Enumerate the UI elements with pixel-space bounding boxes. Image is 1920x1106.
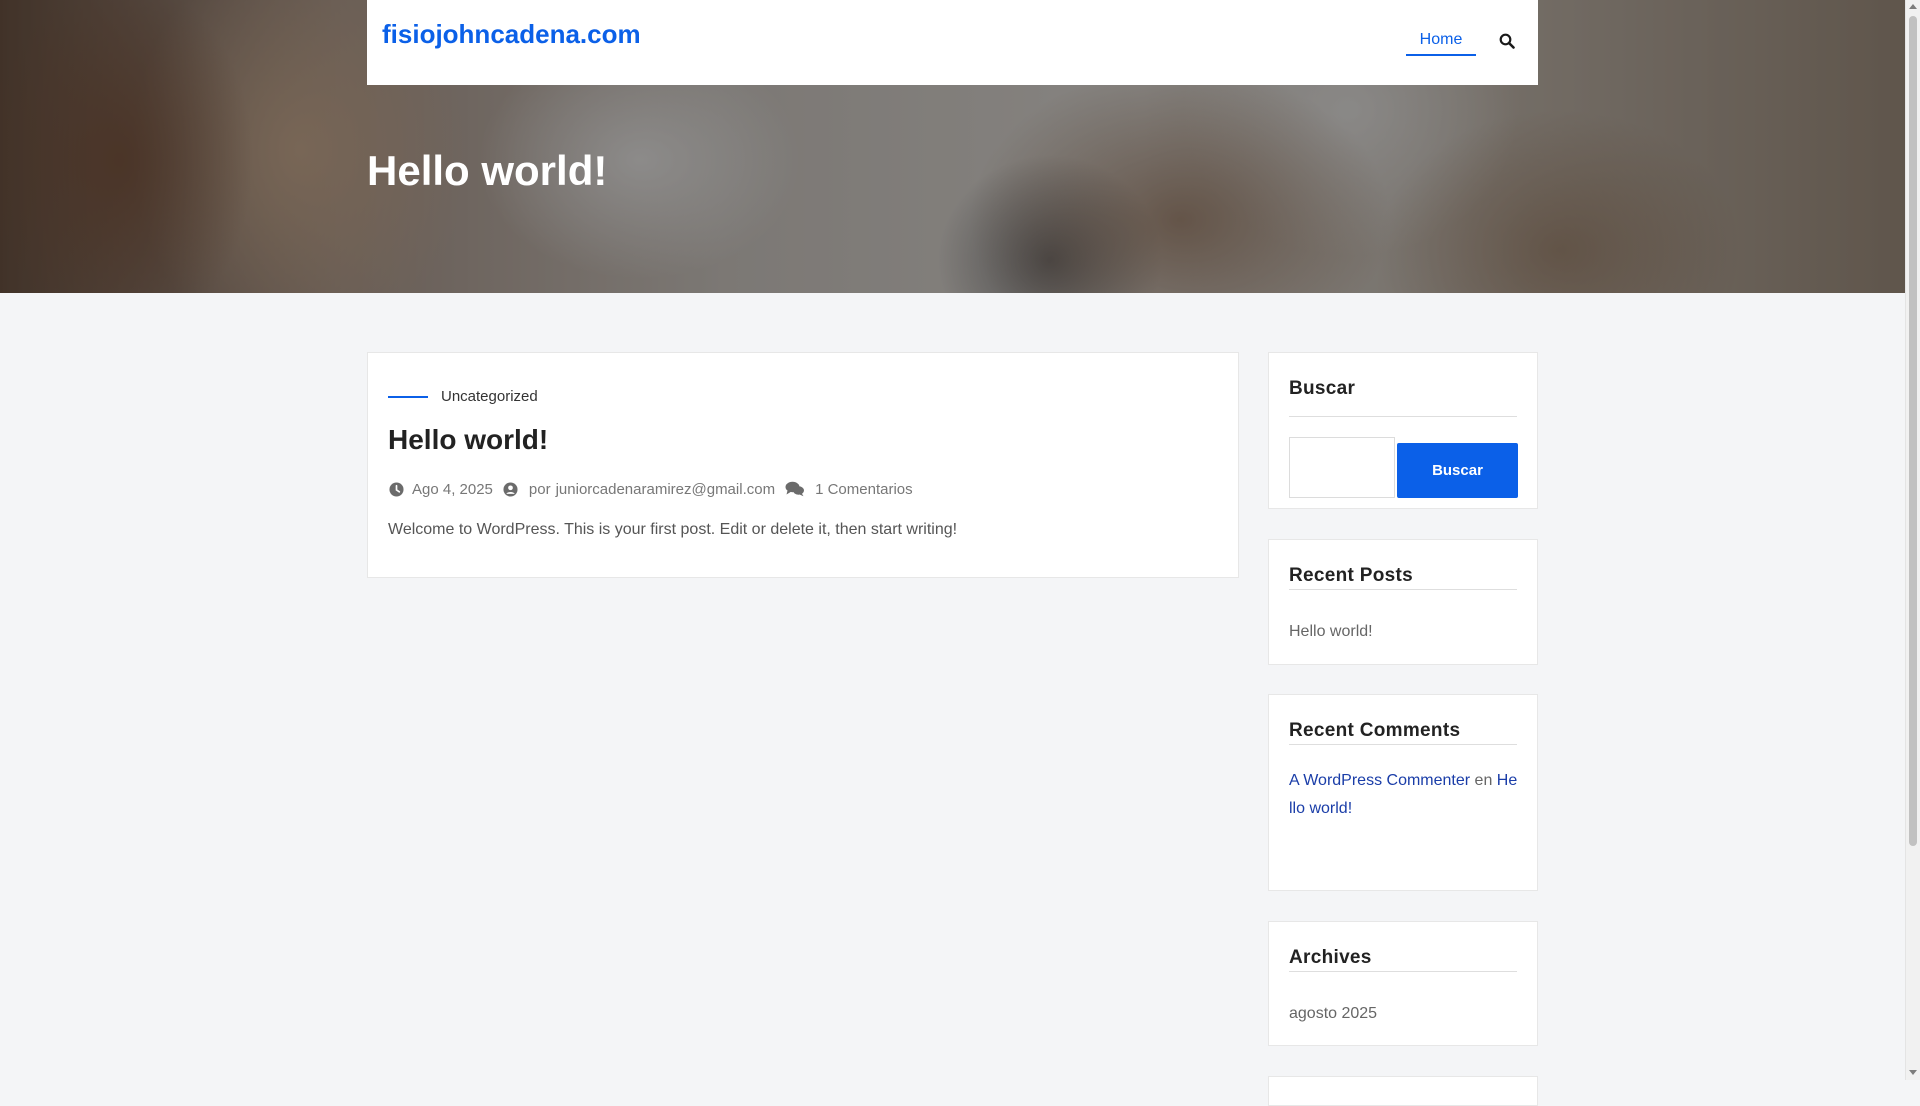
comments-icon <box>785 481 805 497</box>
widget-title-recent-posts: Recent Posts <box>1289 565 1413 586</box>
post-title[interactable]: Hello world! <box>388 421 548 459</box>
widget-divider <box>1289 589 1517 590</box>
hero-title: Hello world! <box>367 147 608 194</box>
widget-recent-comments: Recent Comments A WordPress Commenter en… <box>1268 694 1538 891</box>
clock-icon <box>388 481 404 497</box>
nav-item-home[interactable]: Home <box>1406 28 1476 56</box>
widget-next-partial <box>1268 1076 1538 1106</box>
post-excerpt: Welcome to WordPress. This is your first… <box>388 521 958 538</box>
page-scrollbar[interactable] <box>1905 0 1920 1080</box>
widget-title-archives: Archives <box>1289 947 1372 968</box>
site-title-link[interactable]: fisiojohncadena.com <box>382 15 641 53</box>
site-header: fisiojohncadena.com Home <box>367 0 1538 85</box>
scroll-up-arrow-icon[interactable] <box>1909 4 1917 9</box>
post-by-label: por <box>528 480 551 498</box>
post-category-link[interactable]: Uncategorized <box>441 387 538 407</box>
search-button[interactable]: Buscar <box>1397 443 1518 498</box>
widget-search: Buscar Buscar <box>1268 352 1538 509</box>
search-icon[interactable] <box>1496 30 1518 52</box>
recent-comment-item: A WordPress Commenter en Hello world! <box>1289 767 1519 823</box>
category-accent-line <box>388 396 428 398</box>
post-meta: Ago 4, 2025 por juniorcadenaramirez@gmai… <box>388 479 913 499</box>
comment-author-link[interactable]: A WordPress Commenter <box>1289 772 1470 789</box>
scroll-down-arrow-icon[interactable] <box>1909 1070 1917 1075</box>
post-card: Uncategorized Hello world! Ago 4, 2025 p… <box>367 352 1239 578</box>
widget-divider <box>1289 744 1517 745</box>
search-input[interactable] <box>1289 437 1395 498</box>
scrollbar-thumb[interactable] <box>1909 16 1917 846</box>
widget-title-recent-comments: Recent Comments <box>1289 720 1461 741</box>
recent-post-link[interactable]: Hello world! <box>1289 621 1373 643</box>
post-author-link[interactable]: juniorcadenaramirez@gmail.com <box>556 481 775 498</box>
archive-link[interactable]: agosto 2025 <box>1289 1003 1377 1025</box>
widget-title-search: Buscar <box>1289 378 1356 399</box>
widget-archives: Archives agosto 2025 <box>1268 921 1538 1046</box>
comment-connector: en <box>1474 772 1493 789</box>
widget-recent-posts: Recent Posts Hello world! <box>1268 539 1538 665</box>
widget-divider <box>1289 416 1517 417</box>
post-comments-link[interactable]: 1 Comentarios <box>815 481 913 498</box>
widget-divider <box>1289 971 1517 972</box>
user-icon <box>503 481 519 497</box>
post-date-link[interactable]: Ago 4, 2025 <box>412 481 493 498</box>
